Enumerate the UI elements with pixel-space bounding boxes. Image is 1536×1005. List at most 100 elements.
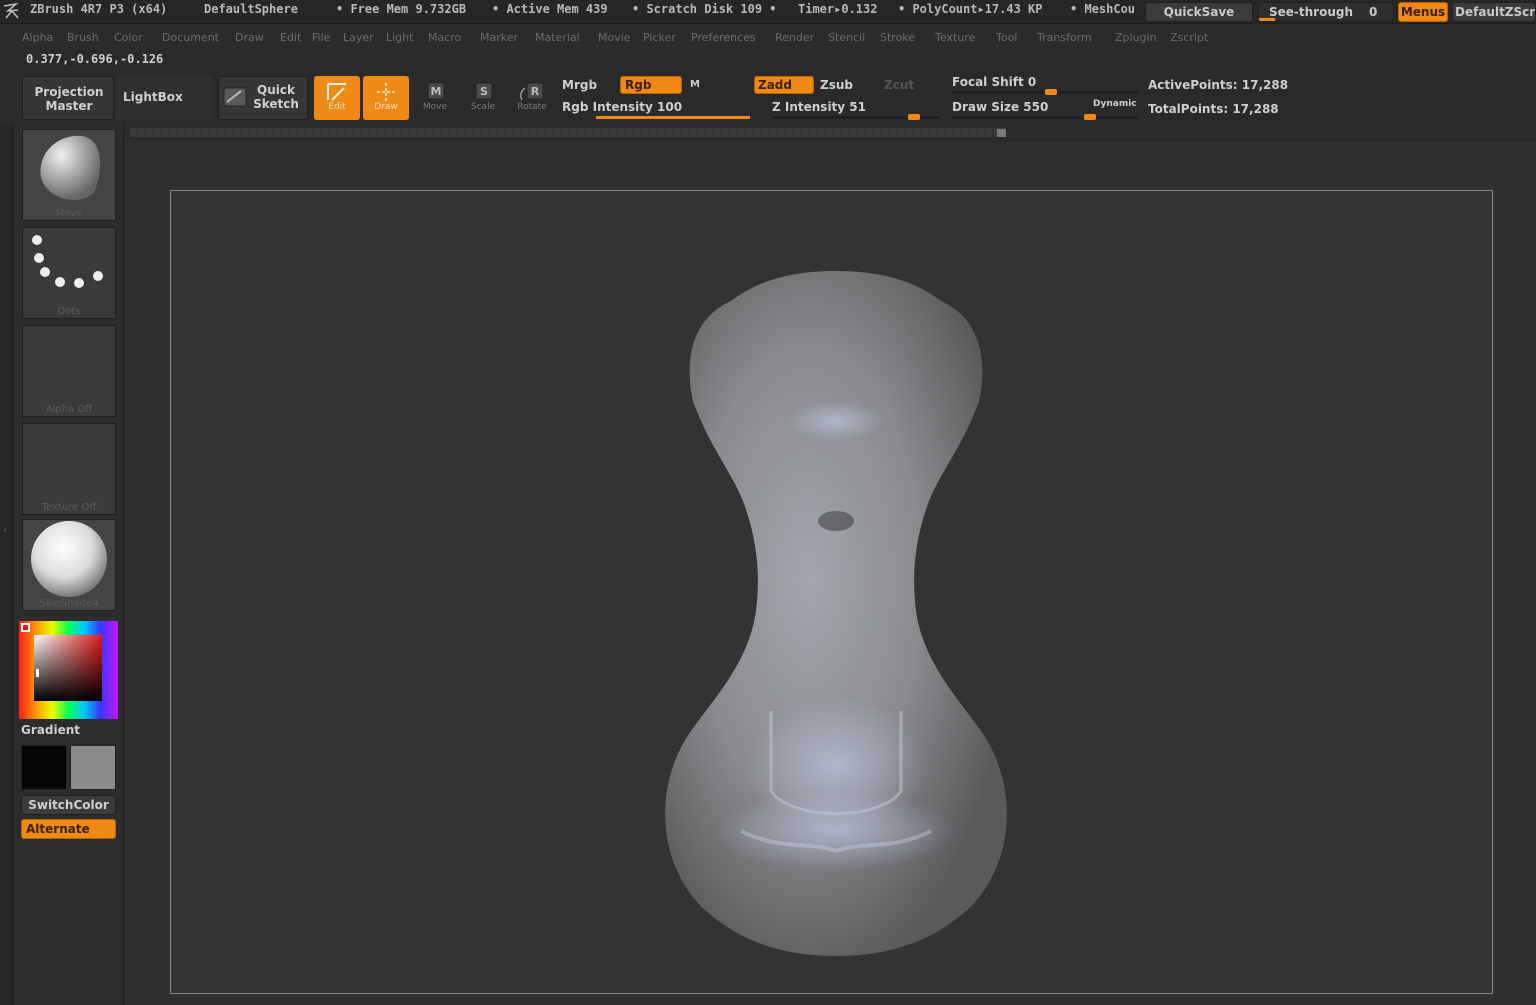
- scale-label: Scale: [470, 102, 496, 112]
- polycount-status: • PolyCount▸17.43 KP: [898, 2, 1043, 16]
- alpha-name: Alpha Off: [45, 404, 93, 415]
- title-bar: ZBrush 4R7 P3 (x64) DefaultSphere • Free…: [0, 0, 1536, 24]
- left-tray-handle[interactable]: ‹: [0, 125, 14, 1005]
- material-name: SkinShade4: [39, 598, 99, 609]
- sculpt-model[interactable]: [171, 191, 1494, 995]
- menu-zscript[interactable]: Zscript: [1170, 31, 1208, 44]
- main-color-swatch[interactable]: [21, 745, 67, 790]
- draw-mode-button[interactable]: Draw: [363, 76, 409, 120]
- z-intensity-knob[interactable]: [907, 114, 920, 120]
- rotate-mode-button[interactable]: R Rotate: [509, 76, 555, 120]
- meshcount-status: • MeshCou: [1070, 2, 1136, 16]
- menu-tool[interactable]: Tool: [996, 31, 1017, 44]
- draw-label: Draw: [374, 102, 398, 112]
- scratch-disk-status: • Scratch Disk 109 •: [632, 2, 777, 16]
- quicksave-button[interactable]: QuickSave: [1145, 2, 1253, 22]
- rgb-intensity-fill: [596, 116, 750, 119]
- gradient-label[interactable]: Gradient: [21, 723, 116, 737]
- menu-texture[interactable]: Texture: [935, 31, 975, 44]
- draw-size-label: Draw Size 550: [952, 100, 1049, 114]
- menu-stroke[interactable]: Stroke: [880, 31, 915, 44]
- zcut-toggle[interactable]: Zcut: [884, 78, 914, 92]
- focal-shift-knob[interactable]: [1045, 89, 1057, 95]
- menus-button[interactable]: Menus: [1398, 2, 1448, 22]
- scrollbar-handle[interactable]: [997, 129, 1006, 137]
- dots-stroke-icon: [32, 235, 103, 288]
- focal-shift-slider[interactable]: [952, 89, 1138, 95]
- menu-draw[interactable]: Draw: [235, 31, 264, 44]
- menu-material[interactable]: Material: [535, 31, 580, 44]
- brush-selector[interactable]: Move: [22, 129, 116, 221]
- move-label: Move: [422, 102, 448, 112]
- draw-size-knob[interactable]: [1084, 114, 1097, 120]
- mrgb-toggle[interactable]: Mrgb: [562, 78, 597, 92]
- zadd-toggle[interactable]: Zadd: [754, 76, 814, 94]
- menu-render[interactable]: Render: [775, 31, 814, 44]
- zsub-toggle[interactable]: Zsub: [820, 78, 853, 92]
- see-through-slider[interactable]: See-through 0: [1258, 2, 1394, 22]
- material-sphere-icon: [31, 521, 107, 597]
- menu-color[interactable]: Color: [114, 31, 143, 44]
- menu-marker[interactable]: Marker: [480, 31, 518, 44]
- menu-movie[interactable]: Movie: [598, 31, 631, 44]
- scale-mode-button[interactable]: S Scale: [460, 76, 506, 120]
- edit-mode-button[interactable]: Edit: [314, 76, 360, 120]
- alternate-button[interactable]: Alternate: [21, 819, 116, 839]
- dynamic-toggle[interactable]: Dynamic: [1093, 99, 1137, 109]
- menu-stencil[interactable]: Stencil: [828, 31, 865, 44]
- projection-master-label: Projection Master: [34, 85, 104, 113]
- menu-brush[interactable]: Brush: [67, 31, 99, 44]
- menu-file[interactable]: File: [312, 31, 330, 44]
- primary-color-swatch[interactable]: [21, 623, 30, 632]
- menu-document[interactable]: Document: [162, 31, 219, 44]
- document-canvas[interactable]: [170, 190, 1493, 994]
- default-zscript-button[interactable]: DefaultZScr: [1452, 2, 1536, 22]
- material-selector[interactable]: SkinShade4: [22, 519, 116, 611]
- move-icon: M: [427, 82, 445, 100]
- z-intensity-slider[interactable]: [772, 114, 940, 120]
- texture-selector[interactable]: Texture Off: [22, 423, 116, 515]
- rotate-icon: R: [520, 82, 544, 101]
- color-picker-square[interactable]: [34, 635, 102, 701]
- rgb-intensity-slider[interactable]: [596, 116, 750, 119]
- shelf-scrollbar[interactable]: [130, 128, 1006, 137]
- alpha-selector[interactable]: Alpha Off: [22, 325, 116, 417]
- menu-alpha[interactable]: Alpha: [22, 31, 53, 44]
- tray-arrow-icon[interactable]: ‹: [3, 525, 7, 536]
- zbrush-logo-icon[interactable]: [2, 2, 22, 20]
- menu-preferences[interactable]: Preferences: [691, 31, 756, 44]
- total-points-readout: TotalPoints: 17,288: [1148, 102, 1279, 116]
- m-toggle[interactable]: M: [690, 79, 700, 90]
- quick-sketch-button[interactable]: Quick Sketch: [218, 76, 308, 120]
- projection-master-button[interactable]: Projection Master: [22, 76, 114, 120]
- menu-edit[interactable]: Edit: [280, 31, 301, 44]
- menu-zplugin[interactable]: Zplugin: [1115, 31, 1157, 44]
- stroke-selector[interactable]: Dots: [22, 227, 116, 319]
- menu-bar: Alpha Brush Color Document Draw Edit File Layer…: [0, 28, 1536, 48]
- color-picker-cursor[interactable]: [36, 669, 39, 677]
- menu-transform[interactable]: Transform: [1037, 31, 1092, 44]
- rgb-intensity-label: Rgb Intensity 100: [562, 100, 683, 114]
- edit-icon: [327, 83, 346, 101]
- active-points-readout: ActivePoints: 17,288: [1148, 78, 1289, 92]
- menu-layer[interactable]: Layer: [343, 31, 374, 44]
- quick-sketch-label: Quick Sketch: [253, 83, 299, 111]
- see-through-value: 0: [1369, 5, 1378, 19]
- active-mem-status: • Active Mem 439: [492, 2, 608, 16]
- lightbox-button[interactable]: LightBox: [116, 76, 212, 120]
- timer-status: Timer▸0.132: [798, 2, 878, 16]
- switchcolor-button[interactable]: SwitchColor: [21, 795, 116, 815]
- stroke-name: Dots: [57, 306, 81, 317]
- color-picker[interactable]: [19, 621, 118, 719]
- menu-picker[interactable]: Picker: [643, 31, 676, 44]
- menu-light[interactable]: Light: [386, 31, 413, 44]
- z-intensity-label: Z Intensity 51: [772, 100, 866, 114]
- rgb-toggle[interactable]: Rgb: [620, 76, 682, 94]
- menu-macro[interactable]: Macro: [428, 31, 461, 44]
- move-mode-button[interactable]: M Move: [412, 76, 458, 120]
- focal-shift-label: Focal Shift 0: [952, 75, 1037, 89]
- svg-text:R: R: [531, 85, 540, 98]
- secondary-color-swatch[interactable]: [70, 745, 116, 790]
- see-through-knob[interactable]: [1259, 18, 1275, 21]
- draw-size-slider[interactable]: [952, 114, 1138, 120]
